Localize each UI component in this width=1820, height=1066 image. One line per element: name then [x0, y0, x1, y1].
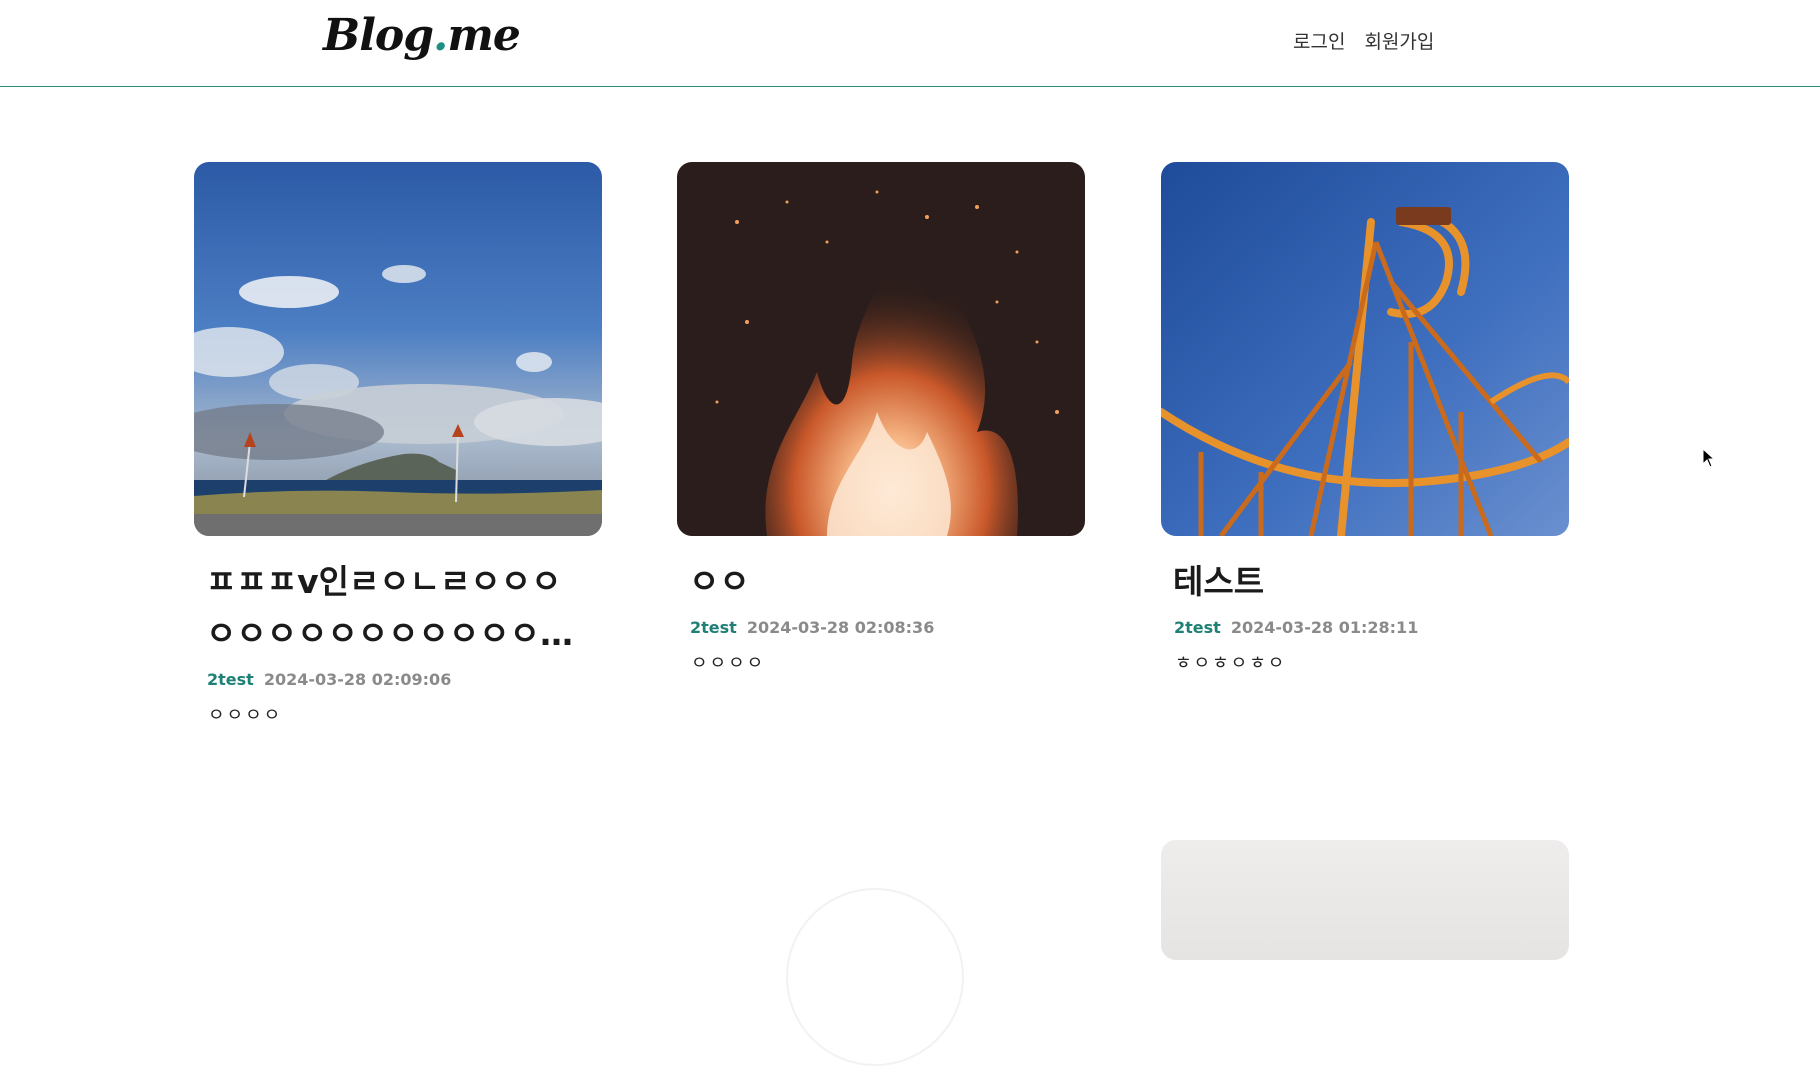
loading-placeholder: [786, 888, 964, 1066]
logo-tail: me: [447, 10, 521, 61]
post-author[interactable]: 2test: [207, 670, 254, 689]
post-meta: 2test 2024-03-28 02:09:06: [207, 670, 590, 689]
post-date: 2024-03-28 02:08:36: [746, 618, 935, 637]
post-thumbnail-roller-coaster[interactable]: [1161, 162, 1569, 536]
post-title[interactable]: 테스트: [1173, 556, 1557, 608]
logo-dot: .: [433, 10, 448, 61]
post-date: 2024-03-28 01:28:11: [1230, 618, 1419, 637]
signup-link[interactable]: 회원가입: [1364, 27, 1434, 54]
post-thumbnail-partial[interactable]: [1161, 840, 1569, 960]
post-title[interactable]: ㅇㅇ: [689, 556, 1073, 608]
post-card[interactable]: ㅍㅍㅍv인ㄹㅇㄴㄹㅇㅇㅇㅇㅇㅇㅇㅇㅇㅇㅇㅇㅇㅇㅇㅇㅇㅇㅇㅇㅇㅇ 2test 202…: [194, 162, 602, 727]
post-excerpt: ㅇㅇㅇㅇ: [208, 705, 283, 726]
login-link[interactable]: 로그인: [1293, 27, 1345, 54]
post-thumbnail-coastal-landscape[interactable]: [194, 162, 602, 536]
post-author[interactable]: 2test: [690, 618, 737, 637]
post-meta: 2test 2024-03-28 01:28:11: [1174, 618, 1557, 637]
logo-text: Blog: [323, 10, 434, 61]
post-author[interactable]: 2test: [1174, 618, 1221, 637]
site-logo[interactable]: Blog.me: [323, 10, 521, 61]
mouse-pointer-icon: [1702, 448, 1716, 468]
post-title[interactable]: ㅍㅍㅍv인ㄹㅇㄴㄹㅇㅇㅇㅇㅇㅇㅇㅇㅇㅇㅇㅇㅇㅇㅇㅇㅇㅇㅇㅇㅇㅇ: [206, 556, 590, 660]
post-excerpt: ㅇㅇㅇㅇ: [691, 653, 766, 674]
post-thumbnail-fire-flames[interactable]: [677, 162, 1085, 536]
post-date: 2024-03-28 02:09:06: [263, 670, 452, 689]
header-nav: 로그인 회원가입: [1293, 27, 1434, 54]
post-excerpt: ㅎㅇㅎㅇㅎㅇ: [1175, 653, 1287, 674]
post-card[interactable]: ㅇㅇ 2test 2024-03-28 02:08:36 ㅇㅇㅇㅇ: [677, 162, 1085, 675]
site-header: Blog.me 로그인 회원가입: [0, 0, 1820, 87]
post-card[interactable]: 테스트 2test 2024-03-28 01:28:11 ㅎㅇㅎㅇㅎㅇ: [1161, 162, 1569, 675]
post-meta: 2test 2024-03-28 02:08:36: [690, 618, 1073, 637]
